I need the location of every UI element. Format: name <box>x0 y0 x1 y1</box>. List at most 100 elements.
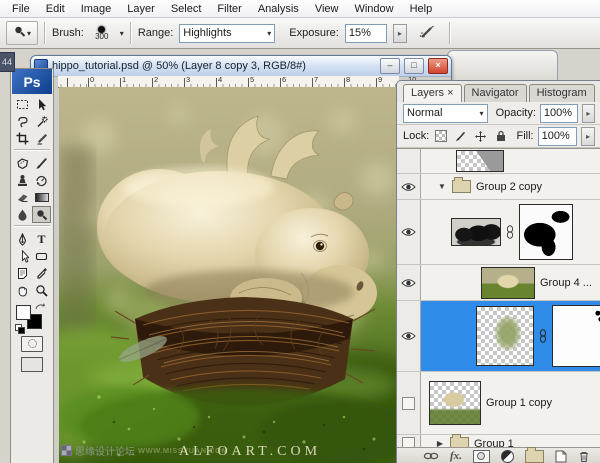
menu-image[interactable]: Image <box>73 0 120 17</box>
visibility-cell[interactable] <box>397 149 421 173</box>
menu-view[interactable]: View <box>307 0 347 17</box>
layer-thumbnail[interactable] <box>456 150 504 172</box>
fill-spinner[interactable]: ▸ <box>581 127 595 146</box>
menu-edit[interactable]: Edit <box>38 0 73 17</box>
chevron-down-icon: ▾ <box>27 29 31 38</box>
maximize-button[interactable]: □ <box>404 58 424 74</box>
lock-pixels-icon[interactable] <box>453 128 469 144</box>
active-tool-button[interactable]: ▾ <box>6 21 38 45</box>
crop-tool[interactable] <box>13 130 32 147</box>
patch-tool[interactable] <box>13 155 32 172</box>
layer-row-selected[interactable] <box>397 301 600 372</box>
layer-row[interactable]: Group 1 copy <box>397 372 600 435</box>
layer-mask-thumbnail[interactable] <box>552 305 600 367</box>
visibility-cell[interactable] <box>397 200 421 264</box>
menu-analysis[interactable]: Analysis <box>250 0 307 17</box>
dodge-tool-icon <box>13 25 26 41</box>
lock-all-icon[interactable] <box>493 128 509 144</box>
layer-mask-thumbnail[interactable] <box>519 204 573 260</box>
layer-label[interactable]: Group 1 copy <box>486 397 552 409</box>
menu-help[interactable]: Help <box>402 0 441 17</box>
menu-window[interactable]: Window <box>346 0 401 17</box>
collapse-arrow-icon[interactable]: ▼ <box>437 182 447 191</box>
magic-wand-tool[interactable] <box>32 113 51 130</box>
brush-tool[interactable] <box>32 155 51 172</box>
pen-tool[interactable] <box>13 231 32 248</box>
adjustment-layer-icon[interactable] <box>501 450 514 463</box>
layer-row[interactable]: Group 4 ... <box>397 265 600 301</box>
layer-label[interactable]: Group 2 copy <box>476 181 542 193</box>
fill-field[interactable]: 100% <box>538 127 578 146</box>
brush-size-value: 300 <box>95 33 108 41</box>
ruler-tick: 4 <box>218 75 222 84</box>
swap-colors-icon[interactable] <box>35 302 47 312</box>
range-select[interactable]: Highlights ▾ <box>179 24 275 43</box>
blur-tool[interactable] <box>13 206 32 223</box>
layer-row[interactable] <box>397 149 600 174</box>
tab-navigator[interactable]: Navigator <box>464 84 527 102</box>
airbrush-icon[interactable] <box>419 25 435 42</box>
layer-thumbnail[interactable] <box>476 306 534 366</box>
window-fragment-44: 44 <box>0 52 15 72</box>
gradient-tool[interactable] <box>32 189 51 206</box>
new-group-icon[interactable] <box>525 450 544 463</box>
tab-layers[interactable]: Layers × <box>403 84 462 102</box>
blend-mode-select[interactable]: Normal ▾ <box>403 104 488 123</box>
default-colors-icon[interactable] <box>15 324 23 332</box>
screen-mode-button[interactable] <box>21 357 43 372</box>
document-title-bar[interactable]: hippo_tutorial.psd @ 50% (Layer 8 copy 3… <box>31 56 451 77</box>
delete-layer-icon[interactable] <box>578 450 590 463</box>
visibility-cell[interactable] <box>397 301 421 371</box>
chevron-down-icon[interactable]: ▾ <box>120 29 124 38</box>
move-tool[interactable] <box>32 96 51 113</box>
layer-row[interactable] <box>397 200 600 265</box>
history-brush-tool[interactable] <box>32 172 51 189</box>
visibility-cell[interactable] <box>397 265 421 300</box>
minimize-button[interactable]: – <box>380 58 400 74</box>
lasso-tool[interactable] <box>13 113 32 130</box>
dodge-tool[interactable] <box>32 206 51 223</box>
close-button[interactable]: × <box>428 58 448 74</box>
foreground-color-swatch[interactable] <box>16 305 31 320</box>
menu-file[interactable]: File <box>4 0 38 17</box>
eyedropper-tool[interactable] <box>32 265 51 282</box>
link-mask-icon[interactable] <box>539 329 547 343</box>
zoom-tool[interactable] <box>32 282 51 299</box>
clone-stamp-tool[interactable] <box>13 172 32 189</box>
lock-transparency-icon[interactable] <box>433 128 449 144</box>
new-layer-icon[interactable] <box>555 450 567 463</box>
watermark-alfoart: ALFOART.COM <box>179 444 321 460</box>
layer-thumbnail[interactable] <box>451 218 501 246</box>
chevron-down-icon: ▾ <box>267 29 271 38</box>
rectangular-marquee-tool[interactable] <box>13 96 32 113</box>
menu-layer[interactable]: Layer <box>119 0 163 17</box>
type-tool[interactable]: T <box>32 231 51 248</box>
exposure-field[interactable]: 15% <box>345 24 387 43</box>
opacity-spinner[interactable]: ▸ <box>582 104 595 123</box>
add-layer-mask-icon[interactable] <box>473 450 490 463</box>
tab-histogram[interactable]: Histogram <box>529 84 595 102</box>
lock-position-icon[interactable] <box>473 128 489 144</box>
menu-filter[interactable]: Filter <box>209 0 249 17</box>
quick-mask-mode-button[interactable] <box>21 336 43 352</box>
layer-style-icon[interactable]: fx. <box>450 450 462 462</box>
slice-tool[interactable] <box>32 130 51 147</box>
eraser-tool[interactable] <box>13 189 32 206</box>
visibility-cell[interactable] <box>397 174 421 199</box>
layer-row[interactable]: ▼ Group 2 copy <box>397 174 600 200</box>
opacity-field[interactable]: 100% <box>540 104 578 123</box>
link-mask-icon[interactable] <box>506 225 514 239</box>
hand-tool[interactable] <box>13 282 32 299</box>
brush-preset-picker[interactable]: 300 <box>90 21 114 45</box>
layer-thumbnail[interactable] <box>429 381 481 425</box>
notes-tool[interactable] <box>13 265 32 282</box>
layer-label[interactable]: Group 4 ... <box>540 277 592 289</box>
rectangle-shape-tool[interactable] <box>32 248 51 265</box>
layer-thumbnail[interactable] <box>481 267 535 299</box>
link-layers-icon[interactable] <box>423 451 439 461</box>
visibility-cell[interactable] <box>397 372 421 434</box>
path-selection-tool[interactable] <box>13 248 32 265</box>
menu-select[interactable]: Select <box>163 0 210 17</box>
canvas-area[interactable]: 思缘设计论坛 WWW.MISSYUAN.COM ALFOART.COM <box>59 87 397 463</box>
exposure-spinner[interactable]: ▸ <box>393 24 407 43</box>
